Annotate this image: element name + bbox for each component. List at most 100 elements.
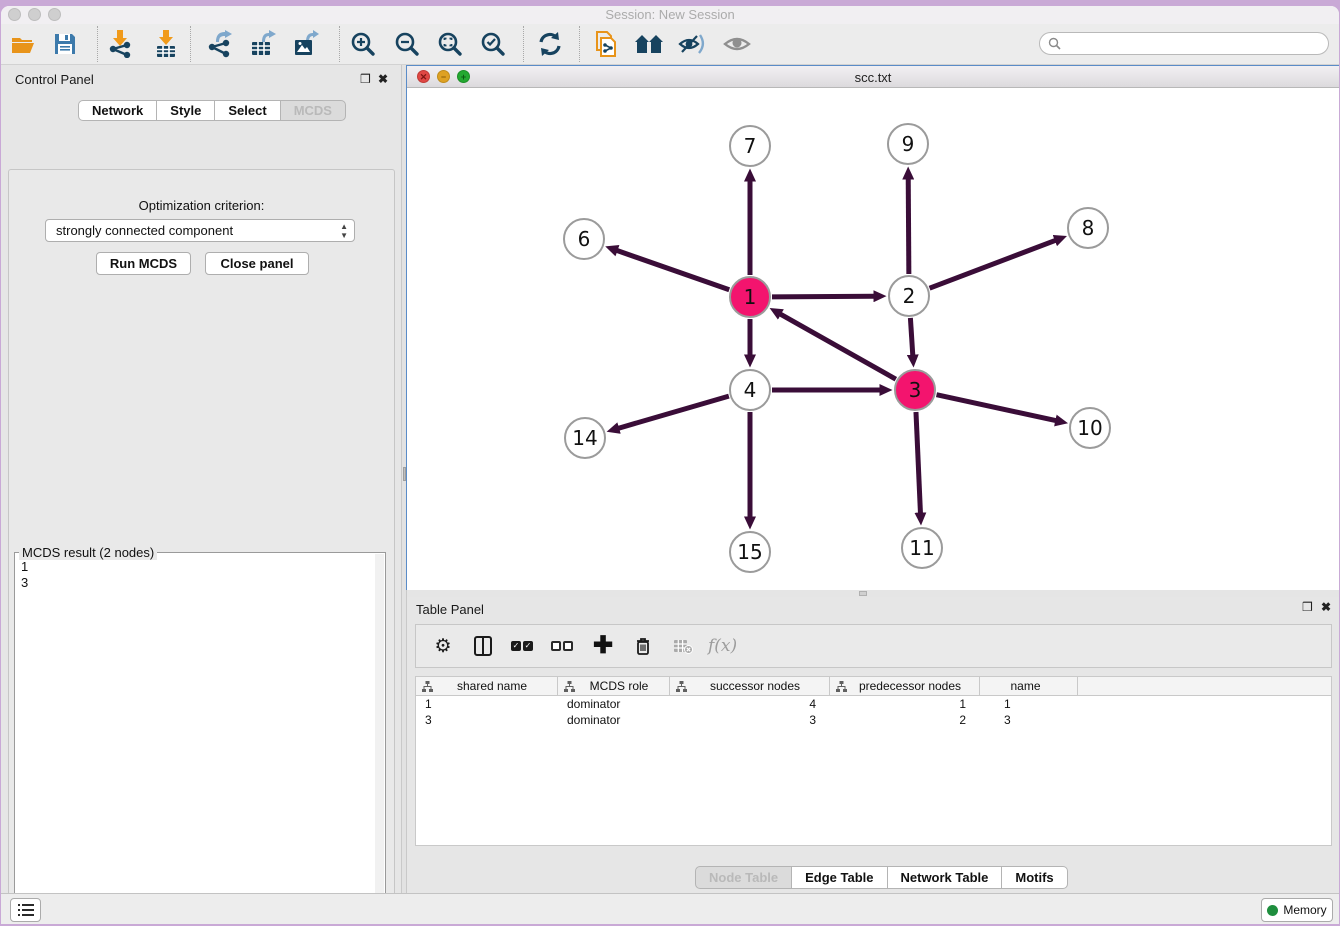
graph-node-7[interactable]: 7 [729, 125, 771, 167]
export-table-button[interactable] [245, 27, 281, 61]
tab-mcds[interactable]: MCDS [280, 100, 346, 121]
zoom-out-button[interactable] [389, 27, 425, 61]
mcds-result-list: 13 [21, 559, 28, 591]
deselect-all-rows-button[interactable]: ✓✓ [550, 633, 576, 659]
copy-network-view-button[interactable] [588, 27, 624, 61]
bottom-split-divider[interactable] [407, 590, 1339, 597]
tab-style[interactable]: Style [156, 100, 215, 121]
open-folder-icon [10, 32, 36, 56]
table-settings-button[interactable]: ⚙ [430, 633, 456, 659]
search-box[interactable] [1039, 32, 1329, 55]
column-header-shared-name[interactable]: shared name [416, 677, 558, 695]
memory-button[interactable]: Memory [1261, 898, 1333, 922]
cell-shared-name: 1 [416, 696, 558, 712]
zoom-in-icon [350, 31, 376, 57]
graph-node-4[interactable]: 4 [729, 369, 771, 411]
control-panel: Control Panel ❒ ✖ NetworkStyleSelectMCDS… [1, 65, 401, 893]
function-builder-button[interactable]: f(x) [708, 636, 737, 656]
memory-status-icon [1267, 905, 1278, 916]
show-all-button[interactable] [719, 27, 755, 61]
cell-MCDS-role: dominator [558, 712, 670, 728]
close-table-panel-icon[interactable]: ✖ [1321, 601, 1331, 613]
close-panel-button[interactable]: Close panel [205, 252, 309, 275]
window-title: Session: New Session [1, 7, 1339, 22]
column-sort-icon [422, 681, 433, 692]
column-sort-icon [676, 681, 687, 692]
table-header-row: shared nameMCDS rolesuccessor nodesprede… [416, 677, 1331, 696]
refresh-button[interactable] [532, 27, 568, 61]
open-session-button[interactable] [5, 27, 41, 61]
tab-motifs[interactable]: Motifs [1001, 866, 1067, 889]
graph-node-6[interactable]: 6 [563, 218, 605, 260]
network-frame-titlebar[interactable]: ✕ − + scc.txt [407, 66, 1339, 88]
toolbar-separator [190, 26, 191, 62]
tab-node-table[interactable]: Node Table [695, 866, 792, 889]
run-mcds-button[interactable]: Run MCDS [96, 252, 191, 275]
plus-icon: ✚ [593, 635, 613, 657]
select-all-rows-button[interactable]: ✓✓ [510, 633, 536, 659]
zoom-fit-button[interactable] [432, 27, 468, 61]
graph-node-11[interactable]: 11 [901, 527, 943, 569]
zoom-in-button[interactable] [345, 27, 381, 61]
divider-grip[interactable] [859, 591, 867, 596]
zoom-out-icon [394, 31, 420, 57]
save-session-button[interactable] [47, 27, 83, 61]
table-toolbar: ⚙ ✓✓ ✓✓ ✚ f(x) [415, 624, 1332, 668]
graph-node-15[interactable]: 15 [729, 531, 771, 573]
zoom-fit-icon [437, 31, 463, 57]
criterion-dropdown[interactable]: strongly connected component ▲▼ [45, 219, 355, 242]
column-header-MCDS-role[interactable]: MCDS role [558, 677, 670, 695]
graph-node-1[interactable]: 1 [729, 276, 771, 318]
result-scrollbar[interactable] [375, 554, 384, 924]
delete-table-button[interactable] [670, 633, 696, 659]
export-table-icon [250, 30, 276, 58]
graph-node-14[interactable]: 14 [564, 417, 606, 459]
graph-node-8[interactable]: 8 [1067, 207, 1109, 249]
float-table-panel-icon[interactable]: ❒ [1302, 601, 1313, 613]
hide-selected-button[interactable] [674, 27, 710, 61]
node-table: shared nameMCDS rolesuccessor nodesprede… [415, 676, 1332, 846]
import-table-icon [154, 30, 178, 58]
close-panel-icon[interactable]: ✖ [378, 73, 388, 85]
table-row[interactable]: 1dominator411 [416, 696, 1331, 712]
tab-network[interactable]: Network [78, 100, 157, 121]
tab-select[interactable]: Select [214, 100, 280, 121]
task-history-button[interactable] [10, 898, 41, 922]
add-row-button[interactable]: ✚ [590, 633, 616, 659]
edge-3-11[interactable] [916, 412, 920, 513]
column-visibility-button[interactable] [470, 633, 496, 659]
edge-4-14[interactable] [619, 396, 729, 428]
edge-2-8[interactable] [930, 240, 1056, 288]
table-row[interactable]: 3dominator323 [416, 712, 1331, 728]
cell-predecessor-nodes: 1 [830, 696, 980, 712]
edge-3-1[interactable] [780, 314, 895, 379]
export-network-button[interactable] [201, 27, 237, 61]
float-panel-icon[interactable]: ❒ [360, 73, 371, 85]
unchecked-box-icon: ✓ [563, 641, 573, 651]
edge-1-2[interactable] [772, 296, 874, 297]
refresh-icon [537, 32, 563, 56]
column-header-name[interactable]: name [980, 677, 1078, 695]
import-network-button[interactable] [102, 27, 138, 61]
delete-row-button[interactable] [630, 633, 656, 659]
tab-network-table[interactable]: Network Table [887, 866, 1003, 889]
column-header-successor-nodes[interactable]: successor nodes [670, 677, 830, 695]
edge-2-9[interactable] [908, 179, 909, 274]
zoom-selected-button[interactable] [475, 27, 511, 61]
graph-node-9[interactable]: 9 [887, 123, 929, 165]
search-input[interactable] [1066, 37, 1328, 51]
cell-name: 1 [980, 696, 1078, 712]
first-neighbors-button[interactable] [631, 27, 667, 61]
edge-2-3[interactable] [910, 318, 912, 355]
edge-3-10[interactable] [936, 395, 1055, 421]
graph-node-10[interactable]: 10 [1069, 407, 1111, 449]
edge-1-6[interactable] [617, 251, 729, 290]
graph-node-2[interactable]: 2 [888, 275, 930, 317]
import-table-button[interactable] [148, 27, 184, 61]
graph-node-3[interactable]: 3 [894, 369, 936, 411]
export-image-button[interactable] [288, 27, 324, 61]
tab-edge-table[interactable]: Edge Table [791, 866, 887, 889]
network-frame-title: scc.txt [407, 70, 1339, 85]
network-canvas[interactable]: 7 9 6 8 1 2 4 3 14 10 15 11 [407, 88, 1339, 590]
column-header-predecessor-nodes[interactable]: predecessor nodes [830, 677, 980, 695]
